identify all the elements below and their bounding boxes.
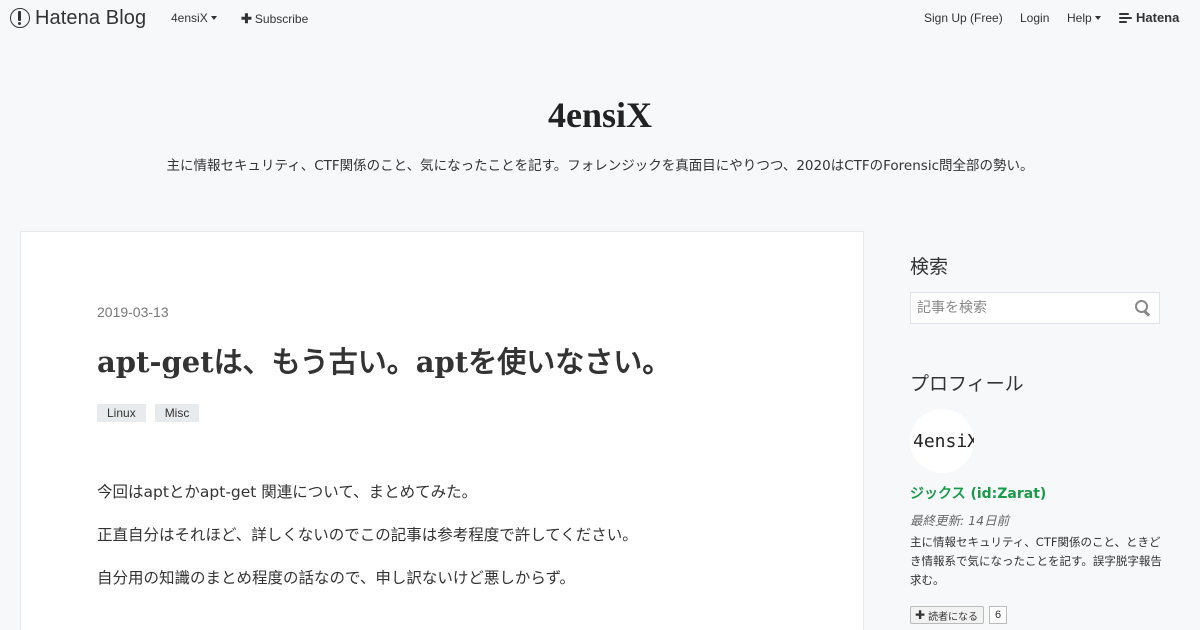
- article-categories: Linux Misc: [97, 404, 208, 422]
- avatar-image: 4ensiX: [913, 431, 974, 452]
- profile-description: 主に情報セキュリティ、CTF関係のこと、ときどき情報系で気になったことを記す。誤…: [910, 535, 1162, 587]
- category-linux[interactable]: Linux: [97, 404, 146, 422]
- avatar[interactable]: 4ensiX: [910, 409, 974, 473]
- search-heading: 検索: [910, 256, 949, 278]
- subscribe-link-label: Subscribe: [254, 12, 309, 26]
- article-card: 2019-03-13 apt-getは、もう古い。aptを使いなさい。 Linu…: [20, 231, 864, 630]
- hatena-blog-logo[interactable]: Hatena Blog: [10, 6, 146, 30]
- global-header: Hatena Blog 4ensiX ✚ Subscribe Sign Up (…: [0, 0, 1200, 36]
- subscribe-button-label: 読者になる: [928, 611, 979, 623]
- blog-title[interactable]: 4ensiX: [0, 94, 1200, 136]
- signup-link[interactable]: Sign Up (Free): [924, 11, 1003, 25]
- hatena-bird-icon: [1119, 12, 1132, 24]
- article-body: 今回はaptとかapt-get 関連について、まとめてみた。 正直自分はそれほど…: [97, 480, 797, 609]
- hatena-link[interactable]: Hatena: [1119, 10, 1179, 25]
- profile-name[interactable]: ジックス (id:Zarat): [910, 483, 1046, 503]
- category-misc[interactable]: Misc: [154, 404, 200, 422]
- help-menu[interactable]: Help: [1067, 11, 1101, 25]
- sidebar: 検索 プロフィール 4ensiX ジックス (id:Zarat) 最終更新: 1…: [892, 231, 1180, 630]
- caret-down-icon: [210, 16, 217, 20]
- subscribe-button[interactable]: ✚ 読者になる: [910, 606, 985, 624]
- blog-menu[interactable]: 4ensiX: [171, 11, 217, 25]
- caret-down-icon: [1094, 16, 1101, 20]
- article-paragraph: 正直自分はそれほど、詳しくないのでこの記事は参考程度で許してください。: [97, 526, 638, 544]
- login-link-label: Login: [1020, 11, 1050, 25]
- logo-text: Hatena Blog: [35, 6, 147, 29]
- subscriber-count: 6: [989, 606, 1008, 624]
- profile-heading: プロフィール: [910, 373, 1024, 395]
- search-box: [910, 292, 1160, 324]
- subscribe-link[interactable]: ✚ Subscribe: [241, 11, 308, 27]
- signup-link-label: Sign Up (Free): [924, 11, 1003, 25]
- hatena-link-label: Hatena: [1136, 10, 1180, 25]
- help-menu-label: Help: [1067, 11, 1092, 25]
- profile-last-updated: 最終更新: 14日前: [910, 513, 1010, 528]
- plus-icon: ✚: [915, 608, 926, 622]
- article-title[interactable]: apt-getは、もう古い。aptを使いなさい。: [97, 339, 671, 381]
- plus-icon: ✚: [241, 11, 252, 26]
- search-icon[interactable]: [1135, 300, 1151, 316]
- article-paragraph: 自分用の知識のまとめ程度の話なので、申し訳ないけど悪しからず。: [97, 569, 576, 587]
- login-link[interactable]: Login: [1020, 11, 1049, 25]
- blog-description: 主に情報セキュリティ、CTF関係のこと、気になったことを記す。フォレンジックを真…: [166, 158, 1034, 174]
- search-input[interactable]: [911, 293, 1131, 323]
- article-paragraph: 今回はaptとかapt-get 関連について、まとめてみた。: [97, 483, 478, 501]
- blog-menu-label: 4ensiX: [171, 11, 208, 25]
- article-date[interactable]: 2019-03-13: [97, 304, 169, 320]
- svg-text:4ensiX: 4ensiX: [913, 431, 974, 452]
- hatena-exclamation-icon: [10, 8, 30, 28]
